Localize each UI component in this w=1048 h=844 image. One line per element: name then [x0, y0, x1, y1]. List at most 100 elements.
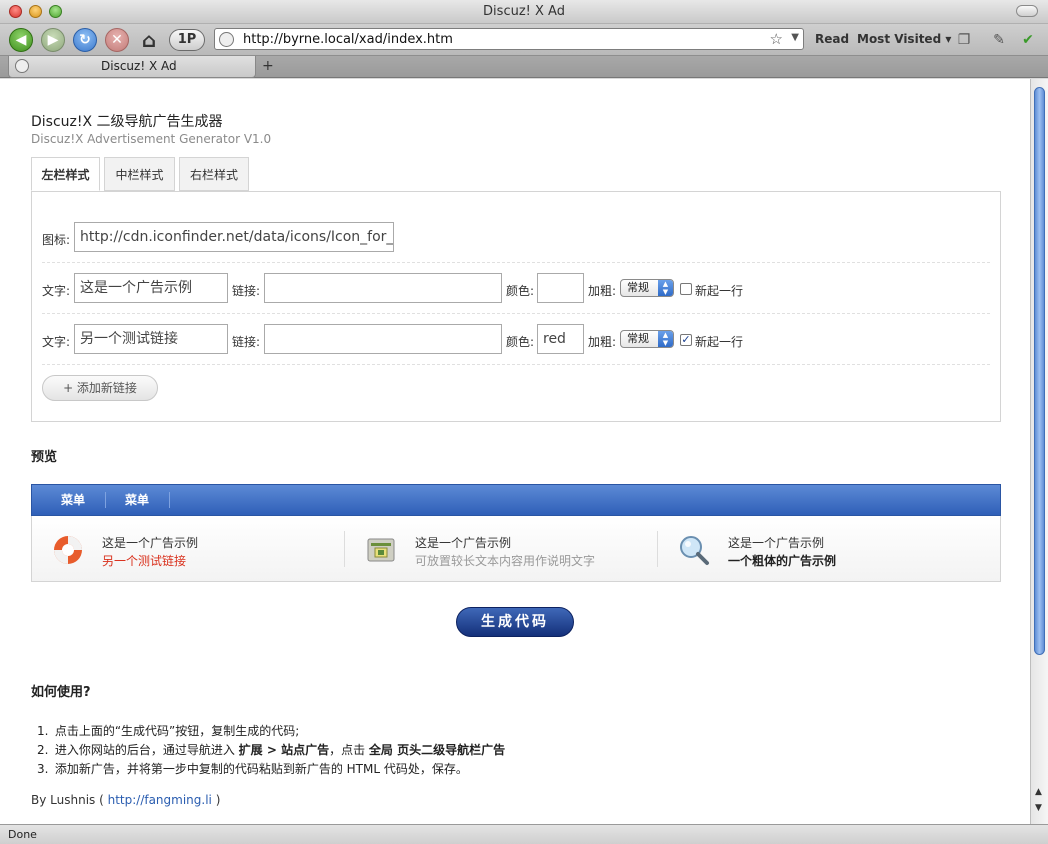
preview-menu-item[interactable]: 菜单	[125, 485, 149, 515]
toolbar-toggle-button[interactable]	[1016, 5, 1038, 17]
status-bar: Done	[0, 824, 1048, 844]
stop-button[interactable]: ✕	[105, 28, 129, 52]
site-identity-icon[interactable]	[219, 32, 234, 47]
howto-step: 2. 进入你网站的后台，通过导航进入 扩展 > 站点广告，点击 全局 页头二级导…	[37, 743, 506, 757]
bold-select-1[interactable]: 常规 ▲ ▼	[620, 279, 674, 297]
reload-icon: ↻	[79, 32, 91, 48]
tab-center-style[interactable]: 中栏样式	[104, 157, 175, 191]
bold-select-value: 常规	[627, 281, 649, 294]
new-tab-button[interactable]: +	[262, 58, 274, 74]
text-input-2[interactable]: 另一个测试链接	[74, 324, 228, 354]
1p-button[interactable]: 1P	[169, 29, 205, 51]
lifebuoy-icon	[54, 536, 82, 564]
ad-title[interactable]: 这是一个广告示例	[415, 534, 511, 551]
bold-label: 加粗:	[588, 335, 617, 349]
status-text: Done	[8, 828, 37, 841]
stop-icon: ✕	[111, 32, 123, 48]
back-button[interactable]: ◀	[9, 28, 33, 52]
bold-select-2[interactable]: 常规 ▲ ▼	[620, 330, 674, 348]
color-label: 颜色:	[506, 284, 535, 298]
text-label: 文字:	[42, 284, 71, 298]
link-label: 链接:	[232, 335, 261, 349]
reload-button[interactable]: ↻	[73, 28, 97, 52]
menu-divider	[105, 492, 106, 508]
author-link[interactable]: http://fangming.li	[108, 793, 212, 807]
tools-icon[interactable]: ✎	[990, 31, 1008, 49]
newline-checkbox-1[interactable]	[680, 283, 692, 295]
row-divider	[42, 262, 990, 263]
ad-title[interactable]: 这是一个广告示例	[728, 534, 824, 551]
color-input-2[interactable]: red	[537, 324, 584, 354]
addon-cube-icon[interactable]: ❐	[955, 31, 973, 49]
link-input-1[interactable]	[264, 273, 502, 303]
howto-heading: 如何使用?	[31, 685, 91, 700]
page-subtitle: Discuz!X Advertisement Generator V1.0	[31, 132, 272, 146]
url-history-dropdown-icon[interactable]: ▼	[791, 32, 799, 43]
ad-item: 这是一个广告示例 一个粗体的广告示例	[658, 516, 971, 582]
page-title: Discuz!X 二级导航广告生成器	[31, 114, 223, 130]
browser-toolbar: ◀ ▶ ↻ ✕ ⌂ 1P http://byrne.local/xad/inde…	[0, 24, 1048, 56]
newline-label: 新起一行	[695, 284, 744, 298]
vertical-scrollbar[interactable]: ▲ ▼	[1030, 79, 1048, 824]
tab-left-style[interactable]: 左栏样式	[31, 157, 100, 191]
select-arrows-icon: ▲ ▼	[658, 331, 673, 347]
preview-menu-item[interactable]: 菜单	[61, 485, 85, 515]
tab-strip: Discuz! X Ad +	[0, 56, 1048, 78]
preview-nav-bar: 菜单 菜单	[31, 484, 1001, 516]
ad-item: 这是一个广告示例 可放置较长文本内容用作说明文字	[345, 516, 658, 582]
ad-subtitle[interactable]: 另一个测试链接	[102, 552, 186, 569]
scrollbar-thumb[interactable]	[1034, 87, 1045, 655]
bold-select-value: 常规	[627, 332, 649, 345]
scroll-down-icon[interactable]: ▼	[1035, 803, 1042, 813]
link-label: 链接:	[232, 284, 261, 298]
bookmark-star-icon[interactable]: ☆	[770, 30, 783, 48]
color-label: 颜色:	[506, 335, 535, 349]
generate-code-button[interactable]: 生成代码	[456, 607, 574, 637]
select-arrows-icon: ▲ ▼	[658, 280, 673, 296]
ad-subtitle[interactable]: 一个粗体的广告示例	[728, 552, 836, 569]
magnifier-icon	[680, 536, 709, 565]
color-input-1[interactable]	[537, 273, 584, 303]
howto-steps: 1. 点击上面的“生成代码”按钮，复制生成的代码; 2. 进入你网站的后台，通过…	[37, 722, 505, 779]
ad-title[interactable]: 这是一个广告示例	[102, 534, 198, 551]
link-input-2[interactable]	[264, 324, 502, 354]
window-title: Discuz! X Ad	[483, 4, 565, 19]
home-icon: ⌂	[141, 28, 157, 52]
author-credit: By Lushnis ( http://fangming.li )	[31, 793, 221, 807]
icon-url-input[interactable]: http://cdn.iconfinder.net/data/icons/Ico…	[74, 222, 394, 252]
icon-label: 图标:	[42, 233, 71, 247]
text-input-1[interactable]: 这是一个广告示例	[74, 273, 228, 303]
form-panel: 图标: http://cdn.iconfinder.net/data/icons…	[31, 191, 1001, 422]
page-viewport: Discuz!X 二级导航广告生成器 Discuz!X Advertisemen…	[0, 79, 1030, 824]
window-titlebar: Discuz! X Ad	[0, 0, 1048, 24]
menu-divider	[169, 492, 170, 508]
ticket-icon	[367, 538, 395, 562]
newline-checkbox-2[interactable]: ✓	[680, 334, 692, 346]
most-visited-menu[interactable]: Most Visited ▾	[857, 32, 951, 46]
ad-item: 这是一个广告示例 另一个测试链接	[32, 516, 345, 582]
browser-tab-label: Discuz! X Ad	[101, 59, 177, 73]
text-label: 文字:	[42, 335, 71, 349]
home-button[interactable]: ⌂	[137, 28, 161, 52]
preview-heading: 预览	[31, 450, 58, 465]
tab-right-style[interactable]: 右栏样式	[179, 157, 249, 191]
add-link-button[interactable]: + 添加新链接	[42, 375, 158, 401]
back-arrow-icon: ◀	[15, 32, 27, 48]
row-divider	[42, 364, 990, 365]
status-ok-icon[interactable]: ✔	[1019, 31, 1037, 49]
row-divider	[42, 313, 990, 314]
read-bookmark[interactable]: Read	[815, 32, 849, 46]
preview-ad-panel: 这是一个广告示例 另一个测试链接 这是一个广告示例 可放置较长文本内容用作说明文…	[31, 516, 1001, 582]
bold-label: 加粗:	[588, 284, 617, 298]
newline-label: 新起一行	[695, 335, 744, 349]
url-input[interactable]: http://byrne.local/xad/index.htm	[243, 32, 453, 47]
howto-step: 1. 点击上面的“生成代码”按钮，复制生成的代码;	[37, 724, 300, 738]
browser-tab[interactable]: Discuz! X Ad	[8, 56, 256, 78]
forward-button[interactable]: ▶	[41, 28, 65, 52]
ad-subtitle[interactable]: 可放置较长文本内容用作说明文字	[415, 552, 595, 569]
howto-step: 3. 添加新广告，并将第一步中复制的代码粘贴到新广告的 HTML 代码处，保存。	[37, 762, 468, 776]
forward-arrow-icon: ▶	[47, 32, 59, 48]
tab-favicon-icon	[15, 59, 29, 73]
url-bar[interactable]: http://byrne.local/xad/index.htm ☆ ▼	[214, 28, 804, 50]
scroll-up-icon[interactable]: ▲	[1035, 787, 1042, 797]
